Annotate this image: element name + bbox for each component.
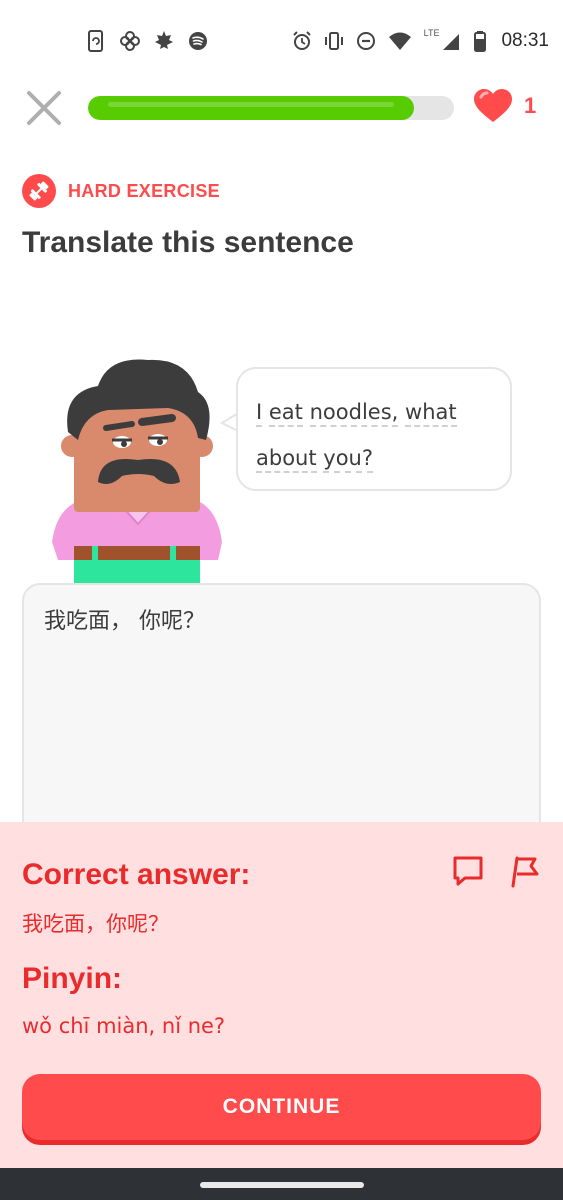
prompt-sentence: I eat noodles, what about you? <box>256 389 492 481</box>
battery-icon <box>474 31 487 52</box>
exercise-badge: HARD EXERCISE <box>22 174 220 208</box>
phone-sync-icon <box>88 30 103 52</box>
alarm-icon <box>292 31 311 50</box>
hearts-counter[interactable]: 1 <box>472 88 536 124</box>
answer-text: 我吃面， 你呢？ <box>44 609 205 634</box>
speech-bubble: I eat noodles, what about you? <box>236 367 512 491</box>
continue-button-label: CONTINUE <box>222 1095 341 1118</box>
prompt-word[interactable]: about <box>256 446 317 473</box>
correct-answer-text: 我吃面，你呢？ <box>22 912 169 936</box>
page-title: Translate this sentence <box>22 226 354 259</box>
lesson-progress-highlight <box>108 102 394 107</box>
spotify-icon <box>189 32 207 50</box>
prompt-word[interactable]: noodles, <box>309 400 399 427</box>
lesson-progress-bar <box>88 96 454 120</box>
status-bar: LTE 08:31 <box>0 0 563 84</box>
feedback-actions <box>451 854 541 888</box>
network-type-label: LTE <box>423 28 440 38</box>
wifi-icon <box>388 32 411 50</box>
prompt-word[interactable]: you? <box>323 446 374 473</box>
dumbbell-icon <box>22 174 56 208</box>
system-nav-bar <box>0 1168 563 1200</box>
status-bar-system-icons: LTE 08:31 <box>292 28 549 52</box>
heart-icon <box>474 89 512 122</box>
prompt-word[interactable]: what <box>405 400 457 427</box>
home-gesture-handle[interactable] <box>200 1182 364 1188</box>
vibrate-icon <box>324 32 343 50</box>
hearts-count: 1 <box>524 93 537 118</box>
do-not-disturb-icon <box>356 32 375 50</box>
pinwheel-icon <box>120 31 140 51</box>
comment-icon[interactable] <box>451 854 485 888</box>
pinyin-text: wǒ chī miàn, nǐ ne? <box>22 1014 226 1038</box>
close-icon[interactable] <box>24 88 64 128</box>
signal-icon <box>443 34 460 50</box>
report-flag-icon[interactable] <box>507 854 541 888</box>
correct-answer-heading: Correct answer: <box>22 858 251 891</box>
exercise-badge-label: HARD EXERCISE <box>68 180 220 201</box>
pinyin-heading: Pinyin: <box>22 962 123 995</box>
clock: 08:31 <box>501 30 549 51</box>
continue-button[interactable]: CONTINUE <box>22 1074 541 1140</box>
lesson-progress-fill <box>88 96 414 120</box>
status-bar-notification-icons <box>86 30 208 52</box>
character-illustration <box>52 359 222 584</box>
feedback-panel: Correct answer: 我吃面，你呢？ Pinyin: wǒ chī m… <box>0 822 563 1168</box>
maple-leaf-icon <box>155 31 173 49</box>
prompt-word[interactable]: eat <box>268 400 303 427</box>
prompt-word[interactable]: I <box>256 400 263 427</box>
